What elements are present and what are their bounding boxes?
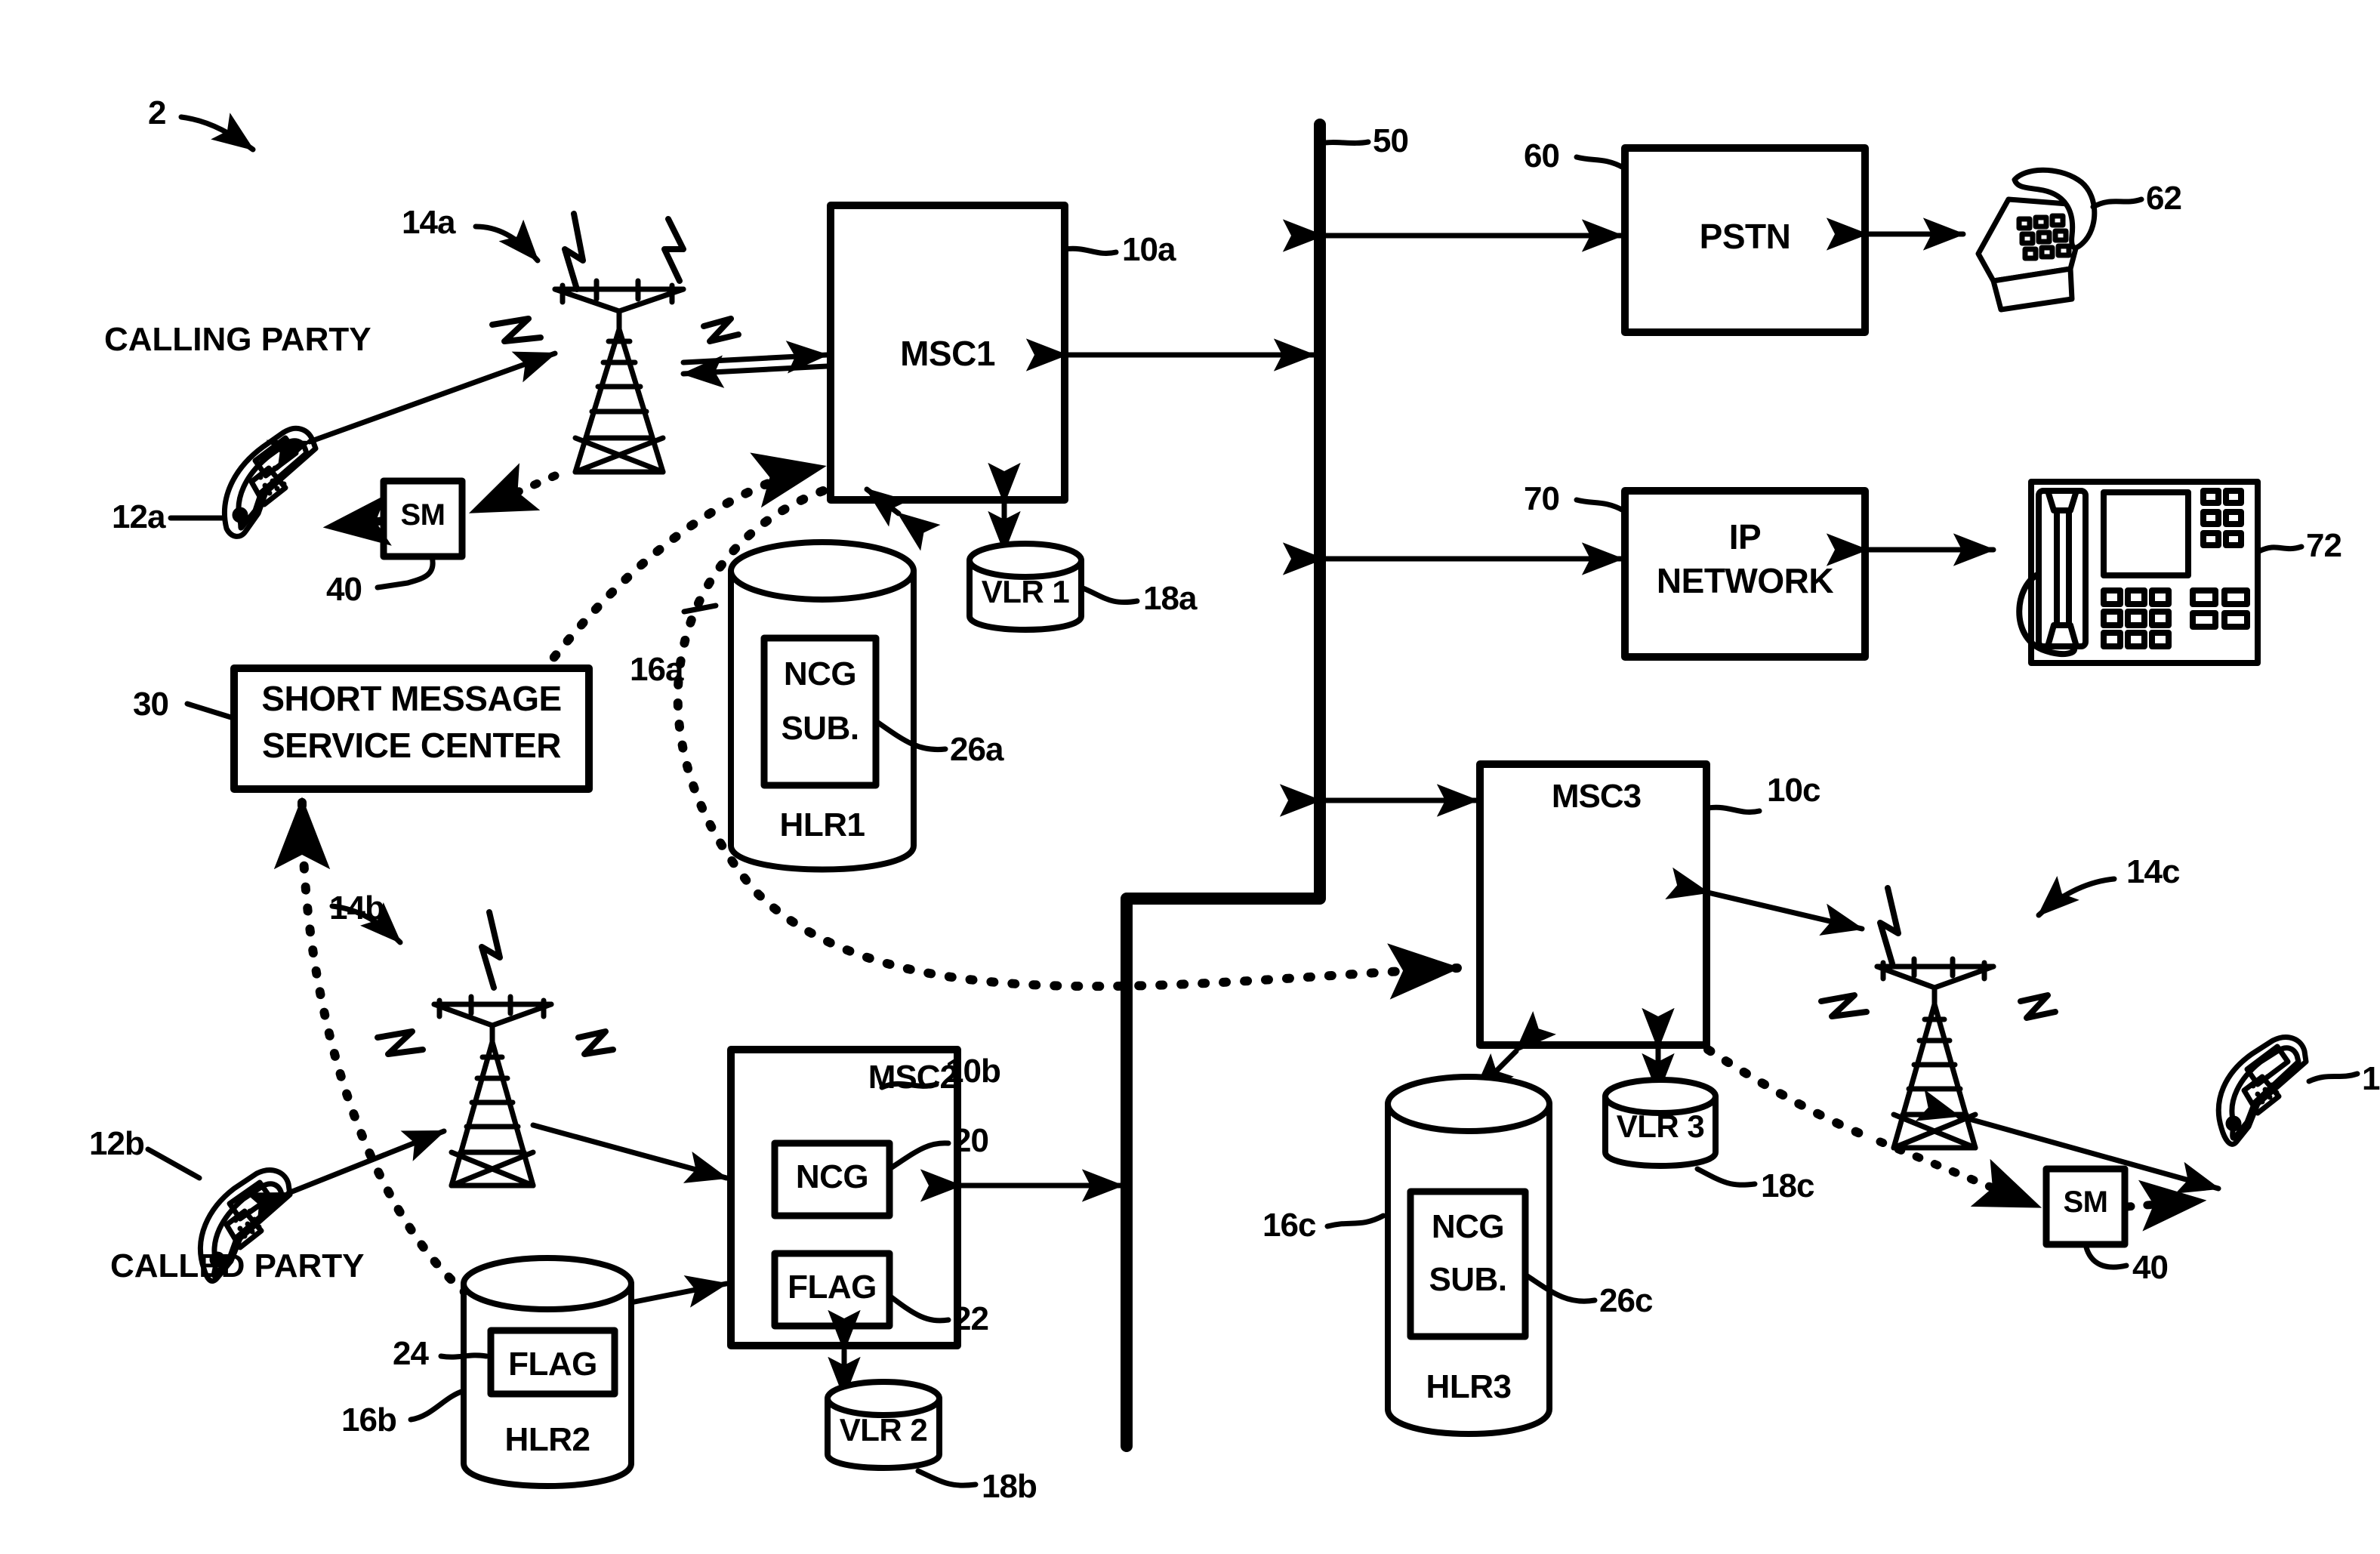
- ipphone-ref-leader: [2256, 544, 2304, 554]
- mobile-c-ref-label: 12c: [2362, 1060, 2380, 1097]
- hlr1-ncgsub-ref-label: 26a: [950, 731, 1003, 768]
- tower-a-msc1-link: [680, 341, 830, 374]
- calling-party-label: CALLING PARTY: [104, 321, 371, 358]
- tower-a-mobile-a-link: [266, 350, 558, 471]
- hlr2-ref-label: 16b: [341, 1401, 397, 1438]
- smsc-ref-label: 30: [133, 686, 169, 723]
- smsc-ref-leader: [184, 701, 234, 720]
- msc1-label: MSC1: [900, 334, 995, 373]
- desk-telephone-graphic: [1975, 167, 2098, 313]
- tower-c-ref-leader: [2036, 875, 2117, 918]
- sm-delivery-dotted-1: [467, 463, 560, 516]
- sm-left-label: SM: [400, 498, 446, 532]
- called-party-label: CALLED PARTY: [110, 1247, 365, 1284]
- tower-c-ref-label: 14c: [2126, 853, 2180, 890]
- msc1-tower-a-link: [680, 355, 830, 388]
- vlr2-ref-label: 18b: [982, 1468, 1037, 1505]
- msc1-ref-label: 10a: [1122, 231, 1176, 268]
- backbone-ref-label: 50: [1373, 122, 1409, 159]
- patent-figure-canvas: 2 CALLING PARTY CALLED PARTY 14a 12a SM …: [0, 0, 2380, 1554]
- tower-b-msc2-link: [530, 1122, 729, 1183]
- sm-right-ref-label: 40: [2132, 1249, 2169, 1286]
- vlr1-ref-leader: [1078, 584, 1140, 606]
- hlr1-name-label: HLR1: [779, 806, 865, 843]
- hlr2-flag-ref-label: 24: [393, 1335, 429, 1372]
- sm-left-ref-leader: [375, 553, 436, 590]
- hlr3-ncg-line2: SUB.: [1429, 1261, 1507, 1298]
- mobile-b-ref-leader: [145, 1146, 202, 1181]
- mobile-a-ref-label: 12a: [112, 498, 165, 535]
- pstn-label: PSTN: [1699, 217, 1791, 256]
- sm-delivery-dotted-2: [322, 494, 392, 546]
- deskphone-ref-leader: [2090, 196, 2144, 210]
- ip-network-label-line1: IP: [1728, 517, 1762, 557]
- hlr2-ref-leader: [408, 1388, 467, 1423]
- hlr1-ref-label: 16a: [630, 651, 683, 688]
- pstn-ref-leader: [1574, 154, 1626, 171]
- msc2-ref-label: 10b: [945, 1053, 1001, 1090]
- msc3-ref-label: 10c: [1767, 772, 1820, 809]
- tower-b-ref-label: 14b: [329, 890, 385, 927]
- sm-right-ref-leader: [2082, 1241, 2129, 1270]
- vlr3-label: VLR 3: [1616, 1108, 1705, 1144]
- hlr3-ref-label: 16c: [1262, 1207, 1316, 1244]
- msc3-sm-dotted-path: [1703, 1045, 1877, 1143]
- ip-network-label-line2: NETWORK: [1656, 561, 1834, 600]
- tower-a-ref-leader: [473, 219, 541, 264]
- tower-b-mobile-b-link: [245, 1128, 447, 1223]
- msc2-ncg-ref-label: 20: [953, 1122, 989, 1159]
- mobile-phone-a-graphic: [221, 425, 319, 539]
- hlr1-ncg-line2: SUB.: [781, 710, 859, 747]
- tower-a-ref-label: 14a: [402, 204, 455, 241]
- hlr2-name-label: HLR2: [504, 1421, 590, 1458]
- hlr3-ncg-line1: NCG: [1431, 1208, 1505, 1245]
- hlr3-ncgsub-ref-label: 26c: [1599, 1282, 1653, 1319]
- vlr2-label: VLR 2: [839, 1412, 928, 1448]
- mobile-b-ref-label: 12b: [89, 1125, 145, 1162]
- vlr3-ref-leader: [1694, 1166, 1758, 1188]
- ip-network-ref-label: 70: [1524, 480, 1560, 517]
- hlr2-flag-ref-leader: [438, 1352, 489, 1360]
- vlr1-label: VLR 1: [981, 574, 1070, 609]
- pstn-ref-label: 60: [1524, 137, 1560, 174]
- vlr1-ref-label: 18a: [1143, 580, 1197, 617]
- msc2-flag-label: FLAG: [788, 1269, 877, 1306]
- figure-vector-layer: [145, 113, 2360, 1489]
- backbone-ref-leader: [1317, 139, 1371, 146]
- hlr2-flag-label: FLAG: [508, 1346, 597, 1383]
- hlr3-ref-leader: [1324, 1213, 1386, 1229]
- ipphone-ref-label: 72: [2306, 527, 2342, 564]
- vlr3-ref-label: 18c: [1761, 1167, 1814, 1204]
- network-backbone-line: [1121, 119, 1326, 1452]
- sm-right-dotted-in: [1876, 1137, 2043, 1211]
- msc2-label: MSC2: [868, 1059, 958, 1096]
- msc3-tower-c-link: [1665, 867, 1865, 936]
- hlr3-name-label: HLR3: [1426, 1368, 1512, 1405]
- smsc-label-line2: SERVICE CENTER: [261, 726, 562, 765]
- figure-ref-leader: [178, 113, 256, 153]
- mobile-phone-c-graphic: [2215, 1034, 2309, 1147]
- msc1-ref-leader: [1062, 245, 1119, 256]
- msc2-ncg-label: NCG: [795, 1158, 869, 1195]
- sm-left-ref-label: 40: [326, 571, 362, 608]
- mobile-c-ref-leader: [2306, 1071, 2360, 1084]
- hlr1-ncg-line1: NCG: [783, 655, 857, 692]
- ip-desk-phone-graphic: [2016, 479, 2261, 666]
- msc3-label: MSC3: [1551, 778, 1642, 815]
- ip-network-ref-leader: [1574, 497, 1626, 513]
- smsc-label-line1: SHORT MESSAGE: [261, 679, 562, 718]
- vlr2-ref-leader: [915, 1468, 979, 1488]
- figure-ref-label: 2: [148, 94, 167, 131]
- sm-right-dotted-out: [2123, 1179, 2208, 1232]
- sm-right-label: SM: [2063, 1186, 2109, 1219]
- deskphone-ref-label: 62: [2146, 180, 2182, 217]
- msc2-flag-ref-label: 22: [953, 1300, 989, 1337]
- hlr1-ref-leader: [681, 603, 719, 615]
- msc3-ref-leader: [1705, 804, 1762, 815]
